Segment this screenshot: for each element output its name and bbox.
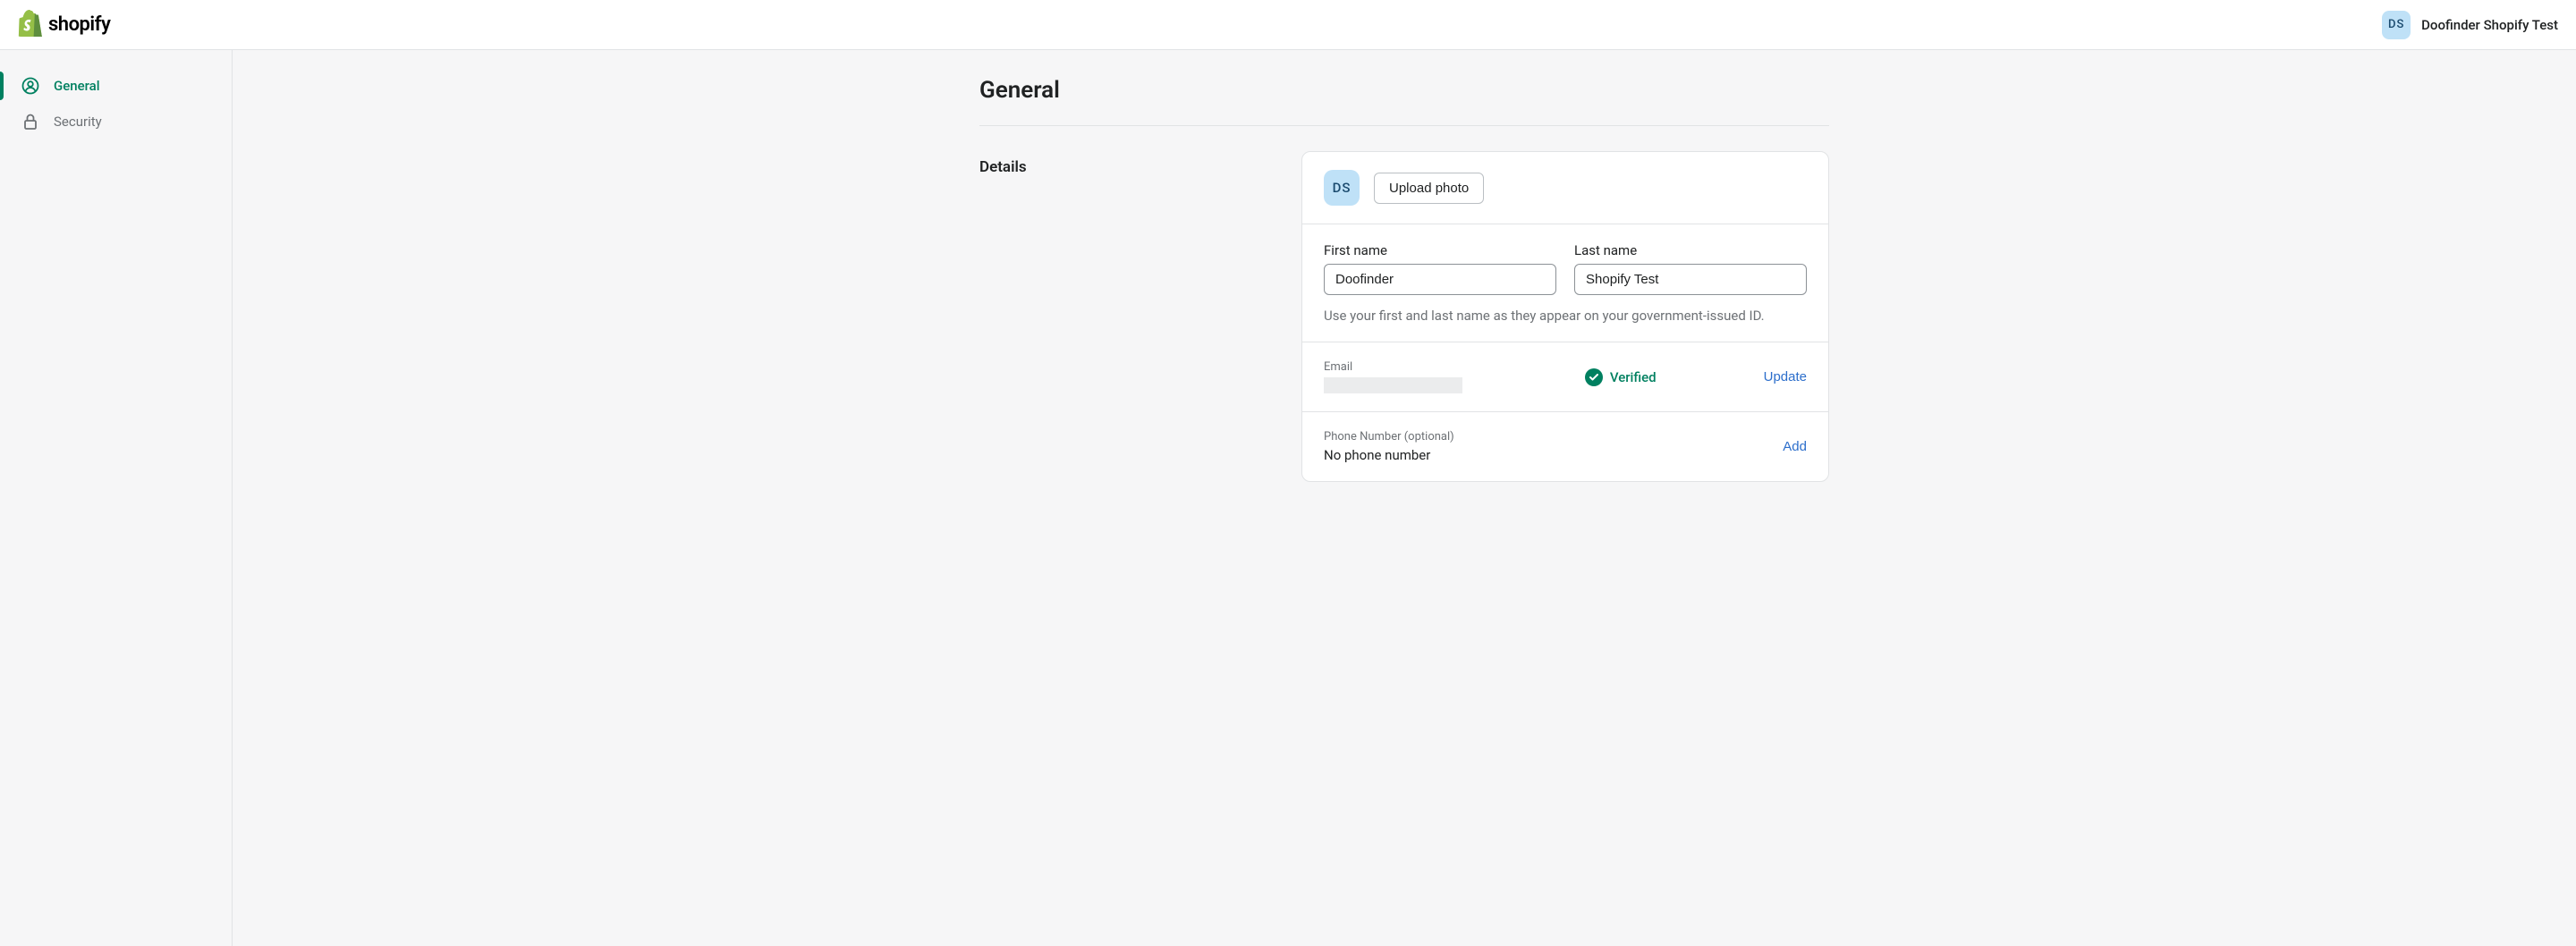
- phone-value: No phone number: [1324, 447, 1783, 463]
- email-row: Email Verified: [1302, 342, 1828, 412]
- sidebar: General Security: [0, 50, 233, 946]
- details-card: DS Upload photo First name Last name: [1301, 151, 1829, 482]
- profile-avatar: DS: [1324, 170, 1360, 206]
- add-phone-button[interactable]: Add: [1783, 439, 1807, 454]
- update-email-button[interactable]: Update: [1764, 369, 1807, 384]
- header: shopify DS Doofinder Shopify Test: [0, 0, 2576, 50]
- main-content: General Details DS Upload photo First: [233, 50, 2576, 946]
- sidebar-item-general[interactable]: General: [0, 68, 232, 104]
- verified-badge: Verified: [1585, 368, 1657, 386]
- logo-text: shopify: [48, 13, 110, 36]
- shopify-logo-icon: [18, 10, 43, 40]
- name-help-text: Use your first and last name as they app…: [1324, 308, 1807, 324]
- sidebar-item-label: Security: [54, 114, 102, 130]
- header-avatar: DS: [2382, 11, 2411, 39]
- first-name-input[interactable]: [1324, 264, 1556, 295]
- last-name-input[interactable]: [1574, 264, 1807, 295]
- page-title: General: [979, 77, 1829, 126]
- first-name-label: First name: [1324, 242, 1556, 258]
- check-circle-icon: [1585, 368, 1603, 386]
- phone-row: Phone Number (optional) No phone number …: [1302, 412, 1828, 481]
- email-label: Email: [1324, 360, 1585, 374]
- sidebar-item-label: General: [54, 78, 100, 94]
- verified-text: Verified: [1610, 369, 1657, 385]
- store-name: Doofinder Shopify Test: [2421, 17, 2558, 33]
- user-circle-icon: [21, 77, 39, 95]
- phone-label: Phone Number (optional): [1324, 430, 1783, 443]
- sidebar-item-security[interactable]: Security: [0, 104, 232, 139]
- email-value-redacted: [1324, 377, 1462, 393]
- lock-icon: [21, 113, 39, 131]
- photo-row: DS Upload photo: [1302, 152, 1828, 224]
- upload-photo-button[interactable]: Upload photo: [1374, 173, 1484, 204]
- header-account[interactable]: DS Doofinder Shopify Test: [2382, 11, 2558, 39]
- section-label-details: Details: [979, 151, 1284, 482]
- name-row: First name Last name Use your first and …: [1302, 224, 1828, 342]
- last-name-label: Last name: [1574, 242, 1807, 258]
- logo[interactable]: shopify: [18, 10, 110, 40]
